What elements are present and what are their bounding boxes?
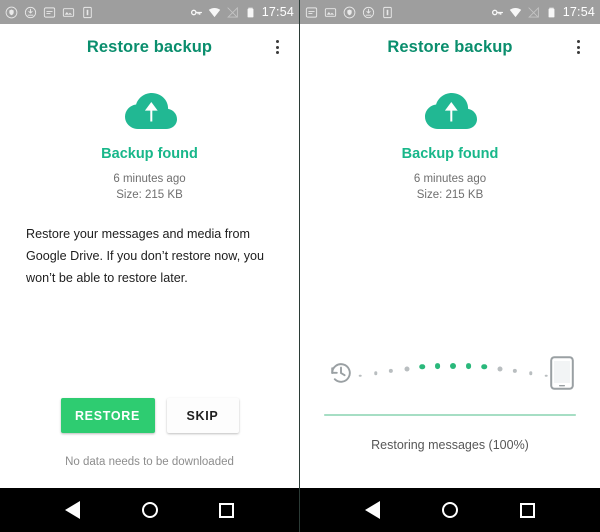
transfer-dot xyxy=(373,371,378,375)
signal-off-icon xyxy=(226,6,239,19)
transfer-dot xyxy=(419,364,425,370)
transfer-dot xyxy=(512,368,518,373)
panel-restore-progress: 17:54 Restore backup Backup found 6 minu… xyxy=(300,0,600,532)
back-button[interactable] xyxy=(360,497,386,523)
home-button[interactable] xyxy=(437,497,463,523)
restore-progress-section: Restoring messages (100%) xyxy=(300,350,600,452)
transfer-dot xyxy=(544,374,548,378)
vpn-key-icon xyxy=(190,6,203,19)
android-navigation-bar xyxy=(300,488,600,532)
cloud-upload-icon xyxy=(421,88,479,132)
transfer-dot xyxy=(465,362,472,369)
phone-icon xyxy=(550,356,574,390)
backup-found-title: Backup found xyxy=(401,146,499,162)
status-bar: 17:54 xyxy=(300,0,600,24)
overflow-menu-icon[interactable] xyxy=(570,37,586,57)
cloud-upload-icon xyxy=(121,88,179,132)
sim-card-icon xyxy=(381,6,394,19)
download-icon xyxy=(24,6,37,19)
transfer-dot xyxy=(388,368,394,373)
restore-history-icon xyxy=(326,358,356,388)
transfer-dot xyxy=(528,371,533,375)
vpn-key-icon xyxy=(491,6,504,19)
android-navigation-bar xyxy=(0,488,299,532)
status-bar-left-icons xyxy=(5,6,94,19)
transfer-dot xyxy=(497,366,502,371)
panel-restore-prompt: 17:54 Restore backup Backup found 6 minu… xyxy=(0,0,300,532)
signal-off-icon xyxy=(527,6,540,19)
shield-icon xyxy=(343,6,356,19)
transfer-dot xyxy=(450,362,456,369)
backup-meta: 6 minutes ago Size: 215 KB xyxy=(113,171,185,203)
progress-label: Restoring messages (100%) xyxy=(371,438,529,452)
home-button[interactable] xyxy=(137,497,163,523)
restore-description: Restore your messages and media from Goo… xyxy=(26,227,265,285)
battery-icon xyxy=(545,6,558,19)
status-bar: 17:54 xyxy=(0,0,299,24)
backup-meta: 6 minutes ago Size: 215 KB xyxy=(414,171,486,203)
transfer-dot xyxy=(358,374,362,378)
recents-button[interactable] xyxy=(514,497,540,523)
backup-hero: Backup found 6 minutes ago Size: 215 KB xyxy=(0,70,299,203)
battery-icon xyxy=(244,6,257,19)
backup-time-ago: 6 minutes ago xyxy=(113,173,186,185)
skip-button[interactable]: SKIP xyxy=(166,398,239,433)
backup-time-ago: 6 minutes ago xyxy=(413,173,487,185)
wifi-icon xyxy=(509,6,522,19)
restore-button[interactable]: RESTORE xyxy=(60,398,155,433)
app-bar: Restore backup xyxy=(0,24,299,70)
progress-bar-fill xyxy=(324,414,576,416)
overflow-menu-icon[interactable] xyxy=(269,37,285,57)
image-icon xyxy=(62,6,75,19)
download-icon xyxy=(362,6,375,19)
transfer-dot xyxy=(404,366,409,371)
page-title: Restore backup xyxy=(387,37,513,56)
backup-found-title: Backup found xyxy=(101,146,198,162)
shield-icon xyxy=(5,6,18,19)
backup-size: Size: 215 KB xyxy=(416,189,484,201)
status-bar-clock: 17:54 xyxy=(261,4,294,19)
action-button-row: RESTORE SKIP xyxy=(0,398,299,433)
transfer-dots xyxy=(358,356,548,390)
status-bar-right-icons: 17:54 xyxy=(491,6,595,19)
chat-icon xyxy=(305,6,318,19)
image-icon xyxy=(324,6,337,19)
recents-button[interactable] xyxy=(214,497,240,523)
progress-bar-track xyxy=(324,414,576,416)
download-footnote: No data needs to be downloaded xyxy=(65,456,234,468)
back-button[interactable] xyxy=(60,497,86,523)
status-bar-left-icons xyxy=(305,6,394,19)
chat-icon xyxy=(43,6,56,19)
backup-size: Size: 215 KB xyxy=(116,189,183,201)
wifi-icon xyxy=(208,6,221,19)
page-title: Restore backup xyxy=(86,37,213,56)
backup-hero: Backup found 6 minutes ago Size: 215 KB xyxy=(300,70,600,203)
dual-screenshot-stage: 17:54 Restore backup Backup found 6 minu… xyxy=(0,0,600,532)
app-bar: Restore backup xyxy=(300,24,600,70)
transfer-dot xyxy=(434,362,441,369)
transfer-animation-row xyxy=(300,350,600,396)
status-bar-right-icons: 17:54 xyxy=(190,6,294,19)
status-bar-clock: 17:54 xyxy=(562,4,595,19)
sim-card-icon xyxy=(81,6,94,19)
transfer-dot xyxy=(481,364,487,370)
